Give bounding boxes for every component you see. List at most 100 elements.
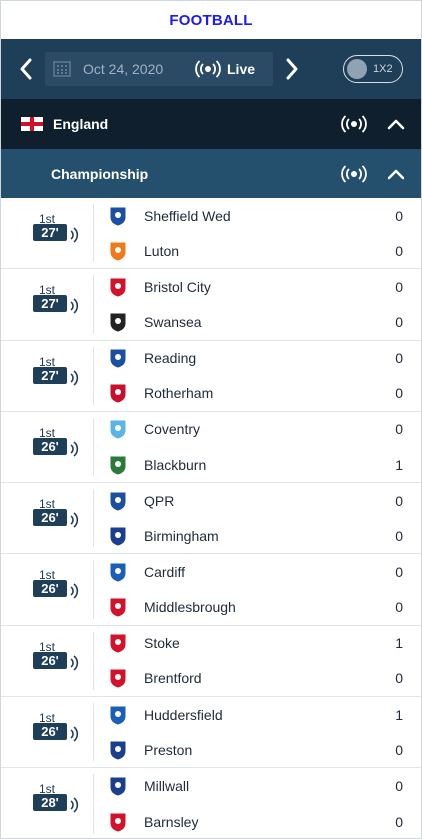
date-picker[interactable]: Oct 24, 2020 Live [45,52,273,86]
match-row[interactable]: 1st 26' Huddersfield 1 Preston 0 [1,697,421,769]
match-row[interactable]: 1st 27' Reading 0 Rotherham 0 [1,341,421,412]
match-row[interactable]: 1st 27' Sheffield Wed 0 Luton 0 [1,198,421,270]
team-name: Rotherham [144,385,214,402]
team-score: 0 [395,778,403,795]
team-name: Luton [144,242,180,259]
match-row[interactable]: 1st 26' Stoke 1 Brentford 0 [1,626,421,698]
team-crest-icon [108,668,128,689]
previous-day-button[interactable] [13,56,39,82]
match-teams: Cardiff 0 Middlesbrough 0 [94,554,421,624]
team-score: 0 [395,278,403,295]
team-home: Coventry 0 [108,414,403,444]
match-teams: QPR 0 Birmingham 0 [94,483,421,553]
team-score: 0 [395,350,403,367]
match-time: 1st 26' [1,554,93,624]
live-sound-icon [69,582,81,605]
chevron-up-icon[interactable] [387,118,405,130]
team-crest-icon [108,383,128,403]
team-crest-icon [108,633,128,653]
live-sound-icon [69,511,81,534]
match-teams: Stoke 1 Brentford 0 [94,626,421,696]
match-row[interactable]: 1st 26' QPR 0 Birmingham 0 [1,483,421,555]
chevron-up-icon[interactable] [387,168,405,180]
match-teams: Reading 0 Rotherham 0 [94,341,421,411]
team-crest-icon [108,812,128,832]
team-name: Barnsley [144,813,199,830]
live-broadcast-icon [195,60,221,78]
country-header[interactable]: England [1,99,421,149]
date-navigation-bar: Oct 24, 2020 Live 1X2 [1,39,421,99]
team-crest-icon [108,776,128,796]
app-window: FOOTBALL Oct 24, 2020 Live 1X2 England C… [0,0,422,839]
match-minute-badge: 28' [33,794,67,812]
match-minute-badge: 27' [33,224,67,241]
live-filter-button[interactable]: Live [195,59,255,79]
match-minute-badge: 27' [33,295,67,313]
team-name: Stoke [144,635,180,652]
team-crest-icon [108,562,128,582]
match-minute-badge: 26' [33,437,67,455]
team-name: Swansea [144,314,202,330]
team-away: Middlesbrough 0 [108,592,403,622]
live-sound-icon [69,369,81,392]
team-crest-icon [108,419,128,439]
team-name: Reading [144,350,197,367]
live-sound-icon [69,226,81,249]
odds-toggle[interactable]: 1X2 [343,55,403,83]
live-sound-icon [69,297,81,320]
match-time: 1st 26' [1,697,93,767]
league-name: Championship [51,165,149,182]
team-score: 1 [395,635,403,652]
team-crest-icon [108,241,128,261]
team-score: 0 [395,421,403,438]
match-row[interactable]: 1st 27' Bristol City 0 Swansea 0 [1,269,421,341]
match-minute-badge: 26' [33,651,67,669]
live-sound-icon [69,725,81,748]
team-home: QPR 0 [108,486,403,516]
match-row[interactable]: 1st 28' Millwall 0 Barnsley 0 [1,768,421,839]
team-home: Cardiff 0 [108,557,403,587]
match-time: 1st 26' [1,626,93,696]
next-day-button[interactable] [279,56,305,82]
team-crest-icon [108,277,128,297]
live-label: Live [227,61,256,77]
team-name: Blackburn [144,456,207,473]
team-name: QPR [144,492,175,509]
match-minute-badge: 26' [33,723,67,741]
date-label: Oct 24, 2020 [83,61,164,77]
match-teams: Huddersfield 1 Preston 0 [94,697,421,767]
match-list: 1st 27' Sheffield Wed 0 Luton 0 1st 27' Bristol … [1,198,421,839]
team-score: 0 [395,385,403,402]
live-sound-icon [69,654,81,677]
team-name: Sheffield Wed [144,207,231,224]
team-crest-icon [108,526,128,546]
team-crest-icon [108,597,128,617]
team-away: Rotherham 0 [108,378,403,408]
team-name: Coventry [144,421,201,438]
match-teams: Coventry 0 Blackburn 1 [94,412,421,482]
team-name: Huddersfield [144,706,223,723]
team-crest-icon [108,705,128,725]
league-header[interactable]: Championship [1,149,421,198]
match-minute-badge: 26' [33,509,67,527]
team-away: Brentford 0 [108,663,403,693]
live-broadcast-icon[interactable] [341,114,367,134]
country-name: England [53,116,109,132]
team-home: Stoke 1 [108,628,403,658]
team-crest-icon [108,491,128,511]
team-crest-icon [108,740,128,760]
match-minute-badge: 27' [33,366,67,384]
page-title: FOOTBALL [169,11,253,29]
match-row[interactable]: 1st 26' Coventry 0 Blackburn 1 [1,412,421,484]
team-home: Huddersfield 1 [108,700,403,730]
chevron-left-icon [20,58,32,80]
team-name: Bristol City [144,278,211,295]
team-name: Brentford [144,670,202,687]
match-teams: Bristol City 0 Swansea 0 [94,269,421,339]
match-row[interactable]: 1st 26' Cardiff 0 Middlesbrough 0 [1,554,421,626]
live-broadcast-icon[interactable] [341,164,367,184]
team-home: Millwall 0 [108,771,403,801]
team-score: 0 [395,813,403,830]
team-home: Bristol City 0 [108,272,403,302]
team-score: 0 [395,741,403,758]
